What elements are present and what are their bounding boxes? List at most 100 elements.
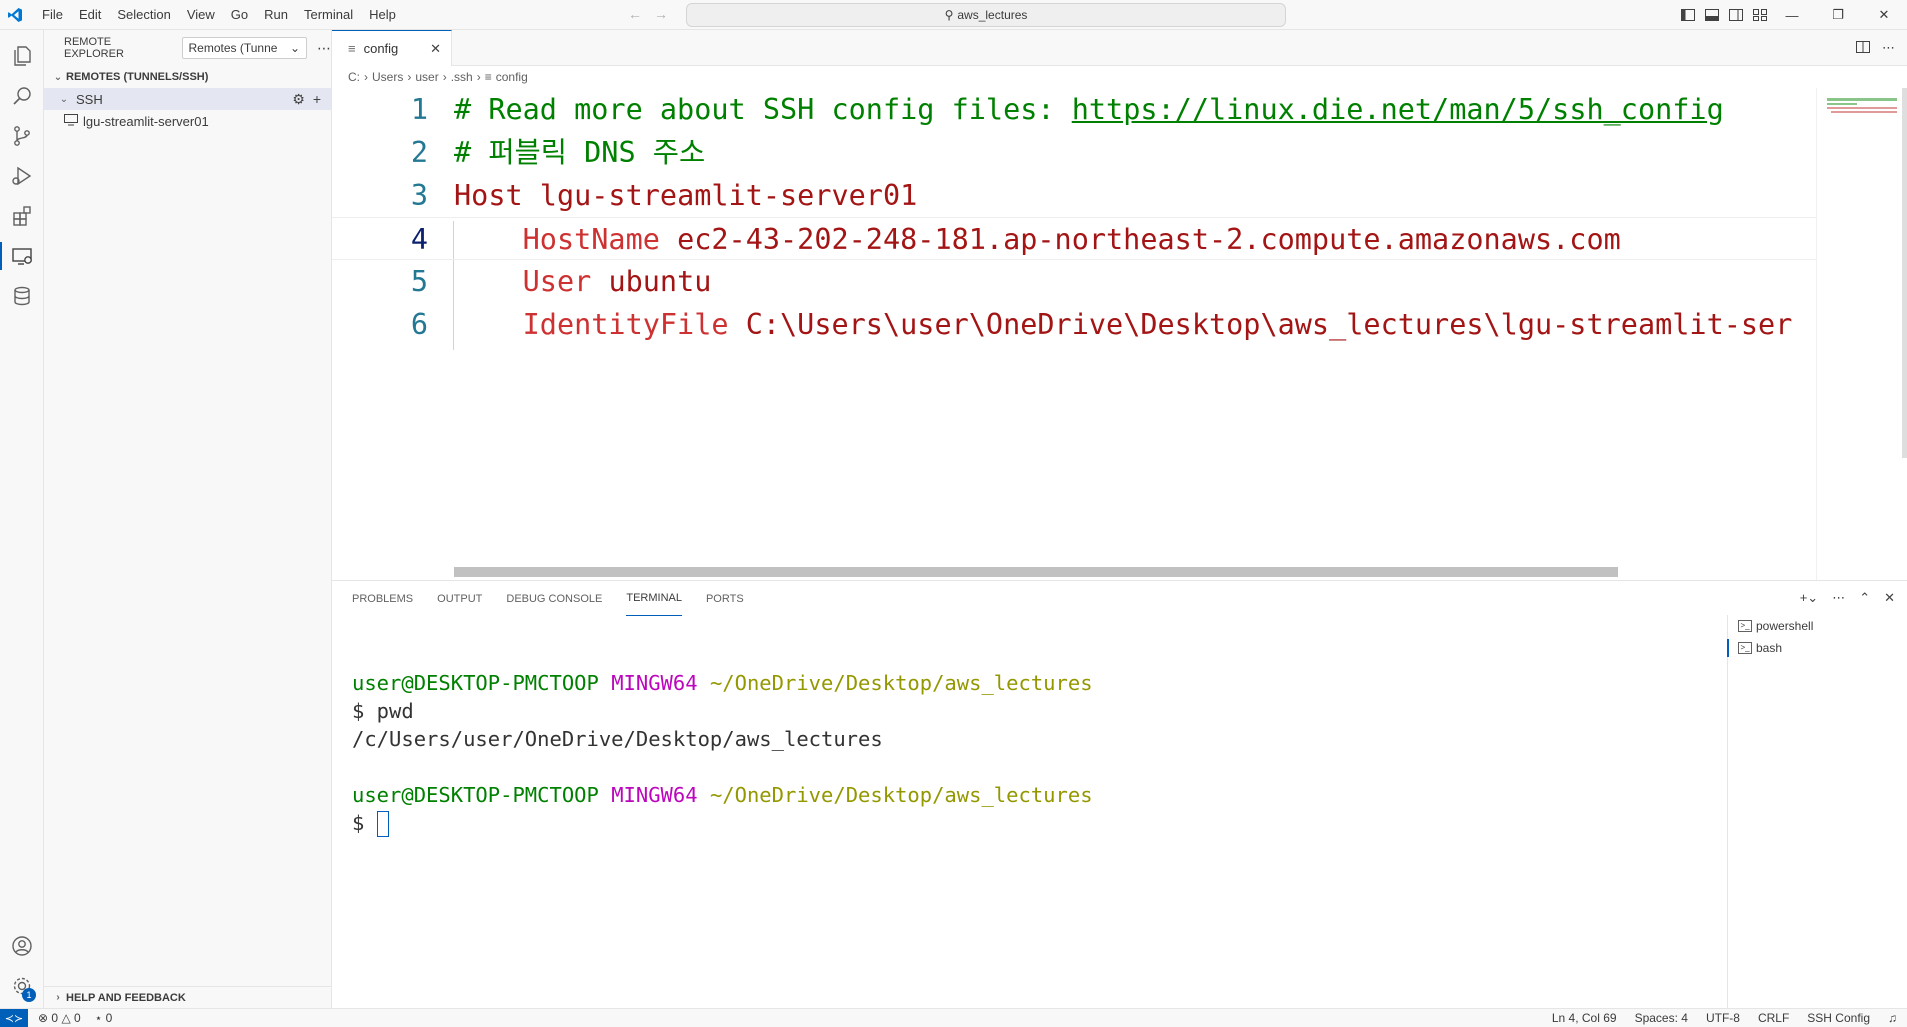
- sidebar-title: REMOTE EXPLORER: [64, 36, 124, 60]
- notifications-bell-icon[interactable]: ♫: [1888, 1011, 1897, 1025]
- terminal-instance-bash[interactable]: >_ bash: [1727, 637, 1907, 659]
- toggle-panel-icon[interactable]: [1704, 7, 1720, 23]
- manage-gear-icon[interactable]: 1: [0, 966, 44, 1006]
- forward-arrow-icon[interactable]: →: [654, 6, 668, 22]
- end-of-line[interactable]: CRLF: [1758, 1011, 1789, 1025]
- config-doc-link[interactable]: https://linux.die.net/man/5/ssh_config: [1072, 93, 1724, 126]
- code-line: 6 IdentityFile C:\Users\user\OneDrive\De…: [332, 303, 1816, 346]
- breadcrumb-item[interactable]: .ssh: [451, 70, 473, 84]
- more-actions-icon[interactable]: ⋯: [317, 40, 331, 57]
- encoding[interactable]: UTF-8: [1706, 1011, 1740, 1025]
- indentation[interactable]: Spaces: 4: [1635, 1011, 1688, 1025]
- breadcrumb-item[interactable]: C:: [348, 70, 360, 84]
- menu-file[interactable]: File: [34, 0, 71, 30]
- menu-help[interactable]: Help: [361, 0, 404, 30]
- code-token: HostName: [454, 223, 678, 256]
- run-debug-icon[interactable]: [0, 156, 44, 196]
- chevron-down-icon: ⌄: [289, 41, 300, 55]
- search-icon[interactable]: [0, 76, 44, 116]
- close-tab-icon[interactable]: ✕: [430, 41, 441, 57]
- toggle-primary-sidebar-icon[interactable]: [1680, 7, 1696, 23]
- add-new-remote-icon[interactable]: +: [313, 91, 321, 108]
- command-center-search[interactable]: ⚲ aws_lectures: [686, 3, 1286, 27]
- tab-output[interactable]: OUTPUT: [437, 581, 482, 616]
- cursor-position[interactable]: Ln 4, Col 69: [1552, 1011, 1617, 1025]
- line-text: User ubuntu: [454, 260, 712, 303]
- remotes-dropdown[interactable]: Remotes (Tunne ⌄: [181, 37, 307, 59]
- ssh-group-row[interactable]: ⌄ SSH ⚙ +: [44, 88, 331, 110]
- minimap[interactable]: [1816, 88, 1907, 580]
- close-panel-icon[interactable]: ✕: [1884, 590, 1895, 606]
- tab-terminal[interactable]: TERMINAL: [626, 581, 682, 616]
- menu-run[interactable]: Run: [256, 0, 296, 30]
- tab-debug-console[interactable]: DEBUG CONSOLE: [506, 581, 602, 616]
- help-and-feedback-section[interactable]: › HELP AND FEEDBACK: [44, 986, 332, 1008]
- radio-tower-icon: ⋆: [94, 1011, 103, 1025]
- code-token: # Read more about SSH config files:: [454, 93, 1072, 126]
- line-text: IdentityFile C:\Users\user\OneDrive\Desk…: [454, 303, 1793, 346]
- split-editor-icon[interactable]: [1856, 40, 1870, 57]
- explorer-icon[interactable]: [0, 36, 44, 76]
- code-line: 2 # 퍼블릭 DNS 주소: [332, 131, 1816, 174]
- warning-count: 0: [74, 1011, 81, 1025]
- tab-ports[interactable]: PORTS: [706, 581, 744, 616]
- back-arrow-icon[interactable]: ←: [628, 6, 642, 22]
- ssh-settings-gear-icon[interactable]: ⚙: [292, 91, 305, 108]
- more-actions-icon[interactable]: ⋯: [1832, 590, 1845, 606]
- nav-arrows: ← →: [628, 6, 668, 22]
- vertical-scrollbar[interactable]: [1902, 88, 1907, 458]
- language-mode[interactable]: SSH Config: [1807, 1011, 1870, 1025]
- source-control-icon[interactable]: [0, 116, 44, 156]
- terminal-name: powershell: [1756, 619, 1814, 633]
- toggle-secondary-sidebar-icon[interactable]: [1728, 7, 1744, 23]
- code-editor[interactable]: 1 # Read more about SSH config files: htt…: [332, 88, 1816, 508]
- minimize-icon[interactable]: —: [1769, 0, 1815, 30]
- code-token: User: [454, 265, 609, 298]
- terminal-icon: >_: [1738, 620, 1752, 632]
- close-window-icon[interactable]: ✕: [1861, 0, 1907, 30]
- title-bar: File Edit Selection View Go Run Terminal Help ←…: [0, 0, 1907, 30]
- maximize-panel-icon[interactable]: ⌃: [1859, 590, 1870, 606]
- line-number: 3: [410, 179, 428, 212]
- error-icon: ⊗: [38, 1011, 49, 1025]
- tab-problems[interactable]: PROBLEMS: [352, 581, 413, 616]
- database-icon[interactable]: [0, 276, 44, 316]
- terminal-output[interactable]: user@DESKTOP-PMCTOOP MINGW64 ~/OneDrive/…: [352, 669, 1093, 837]
- more-actions-icon[interactable]: ⋯: [1882, 40, 1895, 57]
- ssh-host-row[interactable]: lgu-streamlit-server01: [44, 110, 331, 132]
- menu-view[interactable]: View: [179, 0, 223, 30]
- problems-status[interactable]: ⊗ 0 △ 0: [38, 1011, 81, 1025]
- terminal-line: /c/Users/user/OneDrive/Desktop/aws_lectu…: [352, 725, 1093, 753]
- terminal-instance-powershell[interactable]: >_ powershell: [1728, 615, 1907, 637]
- prompt-env: MINGW64: [611, 671, 698, 695]
- account-icon[interactable]: [0, 926, 44, 966]
- code-line: 4 HostName ec2-43-202-248-181.ap-northea…: [332, 217, 1816, 260]
- breadcrumb-item[interactable]: config: [496, 70, 528, 84]
- search-icon: ⚲: [944, 8, 954, 22]
- remotes-section-header[interactable]: ⌄ REMOTES (TUNNELS/SSH): [44, 66, 331, 88]
- menu-selection[interactable]: Selection: [109, 0, 178, 30]
- extensions-icon[interactable]: [0, 196, 44, 236]
- prompt-path: ~/OneDrive/Desktop/aws_lectures: [709, 783, 1093, 807]
- remote-indicator-icon[interactable]: ≺≻: [0, 1008, 28, 1027]
- ssh-host-label: lgu-streamlit-server01: [83, 113, 209, 129]
- new-terminal-icon[interactable]: +⌄: [1800, 590, 1818, 606]
- menu-terminal[interactable]: Terminal: [296, 0, 361, 30]
- breadcrumb-item[interactable]: user: [415, 70, 438, 84]
- restore-icon[interactable]: ❐: [1815, 0, 1861, 30]
- notification-badge: 1: [22, 988, 36, 1002]
- menu-edit[interactable]: Edit: [71, 0, 109, 30]
- ports-count: 0: [105, 1011, 113, 1025]
- line-number: 4: [410, 223, 428, 256]
- line-number: 1: [410, 93, 428, 126]
- prompt-env: MINGW64: [611, 783, 698, 807]
- ports-status[interactable]: ⋆ 0: [95, 1011, 113, 1025]
- customize-layout-icon[interactable]: [1752, 7, 1768, 23]
- tab-config[interactable]: ≡ config ✕: [332, 30, 452, 66]
- menu-go[interactable]: Go: [223, 0, 256, 30]
- remote-explorer-icon[interactable]: [0, 236, 44, 276]
- breadcrumb-item[interactable]: Users: [372, 70, 403, 84]
- editor-area: ≡ config ✕ ⋯ C: › Users › user › .ssh › ≡ config …: [332, 30, 1907, 580]
- horizontal-scrollbar[interactable]: [454, 567, 1618, 577]
